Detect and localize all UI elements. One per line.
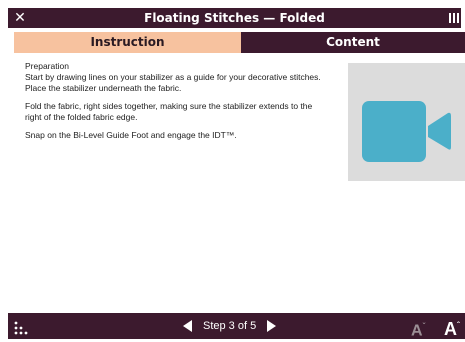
- window-title: Floating Stitches — Folded: [144, 11, 325, 25]
- step-indicator: Step 3 of 5: [203, 320, 257, 332]
- step-navigator: Step 3 of 5: [183, 313, 277, 339]
- menu-bar: [457, 13, 459, 23]
- increase-font-button[interactable]: Aˆ: [444, 314, 465, 339]
- video-thumbnail[interactable]: [348, 63, 465, 181]
- font-larger-mark: ˆ: [457, 321, 460, 330]
- instruction-paragraph: Snap on the Bi-Level Guide Foot and enga…: [25, 130, 237, 140]
- tab-bar: Instruction Content: [14, 32, 465, 53]
- triangle-right-icon[interactable]: [266, 320, 277, 332]
- section-heading: Preparation: [25, 61, 69, 71]
- menu-icon[interactable]: [441, 8, 459, 28]
- tab-content[interactable]: Content: [241, 32, 465, 53]
- font-smaller-letter: A: [411, 322, 423, 340]
- menu-bar: [449, 13, 451, 23]
- triangle-left-icon[interactable]: [183, 320, 193, 332]
- grid-dots-icon[interactable]: [14, 320, 28, 335]
- decrease-font-button[interactable]: Aˇ: [411, 316, 433, 340]
- bottom-bar: Step 3 of 5 Aˇ Aˆ: [8, 313, 465, 339]
- font-larger-letter: A: [444, 319, 457, 339]
- close-icon[interactable]: ✕: [11, 8, 29, 28]
- font-smaller-mark: ˇ: [422, 322, 426, 331]
- title-bar: Floating Stitches — Folded ✕: [8, 8, 461, 28]
- instruction-paragraph: Fold the fabric, right sides together, m…: [25, 101, 313, 122]
- content-panel: Preparation Start by drawing lines on yo…: [14, 53, 465, 309]
- tab-instruction[interactable]: Instruction: [14, 32, 241, 53]
- video-camera-icon: [362, 101, 451, 162]
- instruction-paragraph: Start by drawing lines on your stabilize…: [25, 72, 321, 93]
- instruction-text: Preparation Start by drawing lines on yo…: [25, 61, 325, 148]
- menu-bar: [453, 13, 455, 23]
